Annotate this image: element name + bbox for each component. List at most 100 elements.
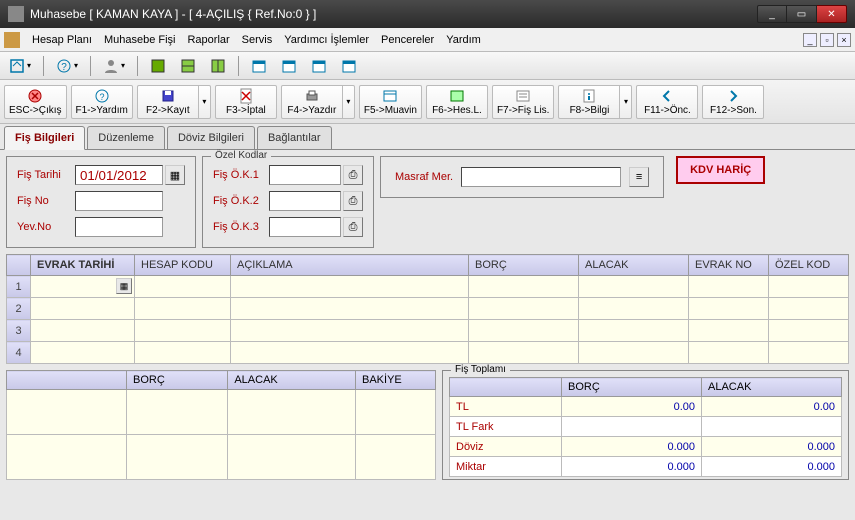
col-aciklama[interactable]: AÇIKLAMA bbox=[231, 255, 469, 276]
fn-f8-dropdown[interactable]: ▾ bbox=[620, 85, 632, 119]
ok2-picker[interactable]: ⎙ bbox=[343, 191, 363, 211]
row-1-ozel-kod[interactable] bbox=[769, 276, 849, 298]
menu-muhasebe-fisi[interactable]: Muhasebe Fişi bbox=[98, 31, 182, 49]
ok3-input[interactable] bbox=[269, 217, 341, 237]
main-grid[interactable]: EVRAK TARİHİ HESAP KODU AÇIKLAMA BORÇ AL… bbox=[6, 254, 849, 364]
ok1-picker[interactable]: ⎙ bbox=[343, 165, 363, 185]
toolbar-btn-cal1[interactable] bbox=[246, 55, 272, 77]
fn-f6-label: F6->Hes.L. bbox=[432, 105, 482, 116]
fis-tarihi-input[interactable] bbox=[75, 165, 163, 185]
fis-no-input[interactable] bbox=[75, 191, 163, 211]
col-evrak-tarihi[interactable]: EVRAK TARİHİ bbox=[31, 255, 135, 276]
fn-f11[interactable]: F11->Önc. bbox=[636, 85, 698, 119]
toolbar-btn-grid1[interactable] bbox=[145, 55, 171, 77]
row-1-hesap-kodu[interactable] bbox=[135, 276, 231, 298]
fn-f8[interactable]: F8->Bilgi bbox=[558, 85, 620, 119]
toolbar-btn-grid3[interactable] bbox=[205, 55, 231, 77]
fistop-tlfark-alacak bbox=[702, 417, 842, 437]
sumleft-label-col bbox=[7, 371, 127, 390]
fistop-miktar-alacak: 0.000 bbox=[702, 457, 842, 477]
fn-f3[interactable]: F3->İptal bbox=[215, 85, 277, 119]
fis-toplami-grid: BORÇ ALACAK TL0.000.00 TL Fark Döviz0.00… bbox=[449, 377, 842, 477]
menu-hesap-plani[interactable]: Hesap Planı bbox=[26, 31, 98, 49]
menu-yardimci[interactable]: Yardımcı İşlemler bbox=[278, 31, 375, 49]
bottom-area: BORÇ ALACAK BAKİYE Fiş Toplamı BORÇ ALAC… bbox=[0, 364, 855, 486]
sumleft-bakiye-col: BAKİYE bbox=[356, 371, 436, 390]
fn-f2[interactable]: F2->Kayıt bbox=[137, 85, 199, 119]
row-1-borc[interactable] bbox=[469, 276, 579, 298]
col-evrak-no[interactable]: EVRAK NO bbox=[689, 255, 769, 276]
col-ozel-kod[interactable]: ÖZEL KOD bbox=[769, 255, 849, 276]
fn-f6[interactable]: F6->Hes.L. bbox=[426, 85, 488, 119]
grid-row-2[interactable]: 2 bbox=[7, 298, 849, 320]
fn-f12[interactable]: F12->Son. bbox=[702, 85, 764, 119]
grid-row-3[interactable]: 3 bbox=[7, 320, 849, 342]
tab-duzenleme[interactable]: Düzenleme bbox=[87, 126, 165, 149]
masraf-input[interactable] bbox=[461, 167, 621, 187]
toolbar-btn-cal3[interactable] bbox=[306, 55, 332, 77]
fis-tarihi-picker[interactable]: ▦ bbox=[165, 165, 185, 185]
row-1-date-picker[interactable]: ▦ bbox=[116, 278, 132, 294]
masraf-group: Masraf Mer. ≡ bbox=[380, 156, 664, 198]
svg-text:?: ? bbox=[99, 92, 104, 102]
fn-f4-label: F4->Yazdır bbox=[287, 105, 336, 116]
fn-f7[interactable]: F7->Fiş Lis. bbox=[492, 85, 555, 119]
toolbar-btn-1[interactable]: ▾ bbox=[4, 55, 36, 77]
arrow-left-icon bbox=[659, 88, 675, 104]
toolbar-btn-user[interactable]: ▾ bbox=[98, 55, 130, 77]
kdv-badge: KDV HARİÇ bbox=[676, 156, 765, 184]
menu-pencereler[interactable]: Pencereler bbox=[375, 31, 440, 49]
col-rownum[interactable] bbox=[7, 255, 31, 276]
col-hesap-kodu[interactable]: HESAP KODU bbox=[135, 255, 231, 276]
grid-row-1[interactable]: 1 ▦ bbox=[7, 276, 849, 298]
fn-f7-label: F7->Fiş Lis. bbox=[497, 105, 550, 116]
fis-group: Fiş Tarihi ▦ Fiş No Yev.No bbox=[6, 156, 196, 248]
fn-esc-label: ESC->Çıkış bbox=[9, 105, 62, 116]
window-minimize[interactable]: _ bbox=[757, 5, 787, 23]
menu-raporlar[interactable]: Raporlar bbox=[181, 31, 235, 49]
tab-fis-bilgileri[interactable]: Fiş Bilgileri bbox=[4, 126, 85, 150]
ok2-input[interactable] bbox=[269, 191, 341, 211]
grid-row-4[interactable]: 4 bbox=[7, 342, 849, 364]
fistop-alacak-col: ALACAK bbox=[702, 378, 842, 397]
window-maximize[interactable]: ▭ bbox=[787, 5, 817, 23]
fn-f4[interactable]: F4->Yazdır bbox=[281, 85, 343, 119]
tab-doviz[interactable]: Döviz Bilgileri bbox=[167, 126, 255, 149]
mdi-minimize[interactable]: _ bbox=[803, 33, 817, 47]
row-1-evrak-tarihi[interactable]: ▦ bbox=[31, 276, 135, 298]
mdi-restore[interactable]: ▫ bbox=[820, 33, 834, 47]
menu-servis[interactable]: Servis bbox=[236, 31, 279, 49]
window-title: Muhasebe [ KAMAN KAYA ] - [ 4-AÇILIŞ { R… bbox=[30, 7, 757, 21]
masraf-picker[interactable]: ≡ bbox=[629, 167, 649, 187]
toolbar-btn-cal2[interactable] bbox=[276, 55, 302, 77]
toolbar-btn-grid2[interactable] bbox=[175, 55, 201, 77]
row-1-aciklama[interactable] bbox=[231, 276, 469, 298]
fn-f11-label: F11->Önc. bbox=[644, 105, 691, 116]
fn-esc[interactable]: ESC->Çıkış bbox=[4, 85, 67, 119]
yev-no-input[interactable] bbox=[75, 217, 163, 237]
window-close[interactable]: ✕ bbox=[817, 5, 847, 23]
fistop-tl-alacak: 0.00 bbox=[702, 397, 842, 417]
fistop-miktar-lbl: Miktar bbox=[450, 457, 562, 477]
col-alacak[interactable]: ALACAK bbox=[579, 255, 689, 276]
row-1-evrak-no[interactable] bbox=[689, 276, 769, 298]
ok1-input[interactable] bbox=[269, 165, 341, 185]
fn-f1[interactable]: ?F1->Yardım bbox=[71, 85, 133, 119]
col-borc[interactable]: BORÇ bbox=[469, 255, 579, 276]
fistop-tl-borc: 0.00 bbox=[562, 397, 702, 417]
title-bar: Muhasebe [ KAMAN KAYA ] - [ 4-AÇILIŞ { R… bbox=[0, 0, 855, 28]
fn-f4-dropdown[interactable]: ▾ bbox=[343, 85, 355, 119]
ok3-picker[interactable]: ⎙ bbox=[343, 217, 363, 237]
fn-f5-label: F5->Muavin bbox=[364, 105, 417, 116]
summary-left: BORÇ ALACAK BAKİYE bbox=[6, 370, 436, 480]
mdi-close[interactable]: × bbox=[837, 33, 851, 47]
fn-f2-dropdown[interactable]: ▾ bbox=[199, 85, 211, 119]
toolbar-btn-cal4[interactable] bbox=[336, 55, 362, 77]
row-1-num: 1 bbox=[7, 276, 31, 298]
toolbar-btn-help[interactable]: ?▾ bbox=[51, 55, 83, 77]
row-1-alacak[interactable] bbox=[579, 276, 689, 298]
fn-f5[interactable]: F5->Muavin bbox=[359, 85, 422, 119]
tab-baglantilar[interactable]: Bağlantılar bbox=[257, 126, 332, 149]
fn-f3-label: F3->İptal bbox=[226, 105, 266, 116]
menu-yardim[interactable]: Yardım bbox=[440, 31, 487, 49]
